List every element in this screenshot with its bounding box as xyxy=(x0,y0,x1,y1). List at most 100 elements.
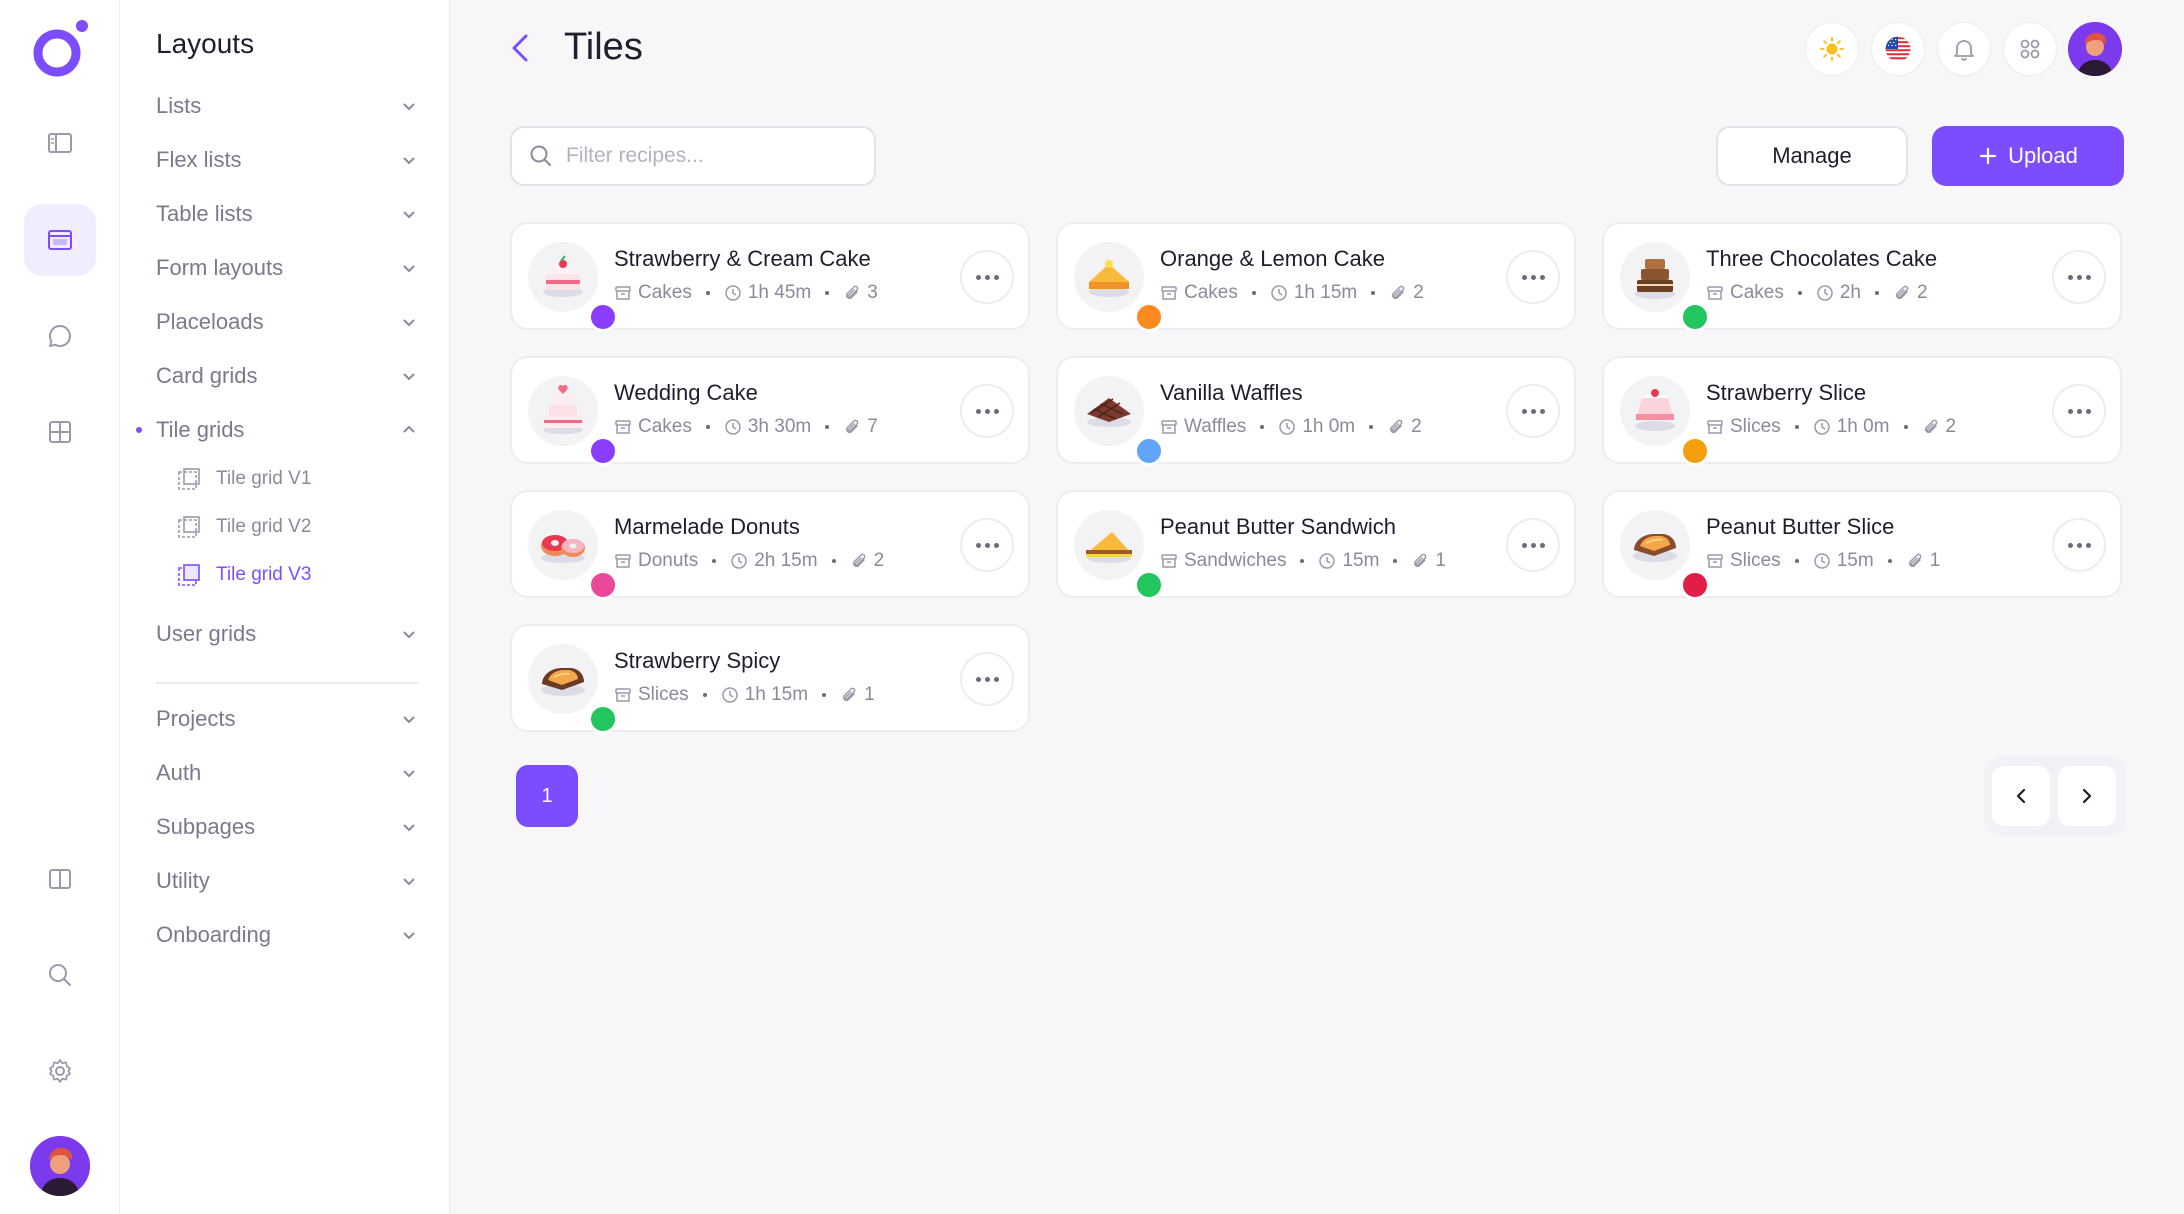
dot-icon xyxy=(984,274,990,280)
dot-icon xyxy=(975,408,981,414)
dot-icon xyxy=(1521,274,1527,280)
user-avatar[interactable] xyxy=(30,1136,90,1196)
recipe-category: Slices xyxy=(1730,550,1781,571)
notifications-button[interactable] xyxy=(1937,22,1991,76)
more-options-button[interactable] xyxy=(960,384,1014,438)
peanut-butter-sandwich-icon xyxy=(1086,532,1132,563)
recipe-name[interactable]: Peanut Butter Slice xyxy=(1706,514,1894,540)
recipe-tile[interactable]: Marmelade Donuts Donuts 2h 15m 2 xyxy=(510,490,1030,600)
menu-item-card-grids[interactable]: Card grids xyxy=(156,356,418,396)
dot-icon xyxy=(2076,274,2082,280)
menu-item-flex-lists[interactable]: Flex lists xyxy=(156,140,418,180)
recipe-attachments: 1 xyxy=(864,684,875,705)
more-options-button[interactable] xyxy=(960,518,1014,572)
dot-icon xyxy=(993,676,999,682)
recipe-tile[interactable]: Strawberry Spicy Slices 1h 15m 1 xyxy=(510,624,1030,734)
separator-dot xyxy=(825,291,830,295)
messages-nav-button[interactable] xyxy=(24,300,96,372)
recipe-name[interactable]: Three Chocolates Cake xyxy=(1706,246,1937,272)
strawberry-cream-cake-icon xyxy=(543,255,583,297)
recipe-name[interactable]: Wedding Cake xyxy=(614,380,758,406)
sidebar-toggle-button[interactable] xyxy=(24,107,96,179)
orange-lemon-cake-icon xyxy=(1089,260,1129,297)
submenu-item-tile-grid-v1[interactable]: Tile grid V1 xyxy=(176,461,311,497)
apps-button[interactable] xyxy=(2003,22,2057,76)
clock-icon xyxy=(725,419,741,435)
strawberry-slice-icon xyxy=(1635,389,1675,431)
recipe-tile[interactable]: Three Chocolates Cake Cakes 2h 2 xyxy=(1602,222,2122,332)
more-options-button[interactable] xyxy=(1506,518,1560,572)
menu-item-user-grids[interactable]: User grids xyxy=(156,614,418,654)
theme-toggle-button[interactable] xyxy=(1805,22,1859,76)
recipe-name[interactable]: Marmelade Donuts xyxy=(614,514,800,540)
recipe-name[interactable]: Vanilla Waffles xyxy=(1160,380,1303,406)
submenu-item-tile-grid-v3[interactable]: Tile grid V3 xyxy=(176,557,311,593)
search-icon xyxy=(530,145,551,166)
recipe-meta: Cakes 2h 2 xyxy=(1706,282,1928,304)
active-dot xyxy=(136,427,142,433)
menu-item-tile-grids[interactable]: Tile grids xyxy=(136,410,418,450)
search-input[interactable] xyxy=(566,144,856,168)
recipe-tile[interactable]: Peanut Butter Slice Slices 15m 1 xyxy=(1602,490,2122,600)
archive-icon xyxy=(615,420,631,434)
recipe-time: 2h xyxy=(1839,282,1861,303)
recipe-name[interactable]: Orange & Lemon Cake xyxy=(1160,246,1385,272)
more-options-button[interactable] xyxy=(960,652,1014,706)
more-options-button[interactable] xyxy=(2052,518,2106,572)
panels-nav-button[interactable] xyxy=(24,843,96,915)
recipe-attachments: 7 xyxy=(867,416,878,437)
recipe-tile[interactable]: Wedding Cake Cakes 3h 30m 7 xyxy=(510,356,1030,466)
recipe-name[interactable]: Peanut Butter Sandwich xyxy=(1160,514,1396,540)
more-options-button[interactable] xyxy=(2052,384,2106,438)
pagination-page-button[interactable]: 1 xyxy=(516,765,578,827)
author-avatar xyxy=(1134,436,1164,466)
next-page-button[interactable] xyxy=(2058,766,2116,826)
chevron-down-icon xyxy=(403,373,415,381)
menu-item-projects[interactable]: Projects xyxy=(156,699,418,739)
author-avatar xyxy=(588,704,618,734)
upload-button[interactable]: Upload xyxy=(1932,126,2124,186)
settings-nav-button[interactable] xyxy=(24,1035,96,1107)
recipe-tile[interactable]: Orange & Lemon Cake Cakes 1h 15m 2 xyxy=(1056,222,1576,332)
recipe-name[interactable]: Strawberry Slice xyxy=(1706,380,1866,406)
submenu-item-tile-grid-v2[interactable]: Tile grid V2 xyxy=(176,509,311,545)
app-logo[interactable] xyxy=(30,17,90,79)
back-button[interactable] xyxy=(500,26,540,70)
dot-icon xyxy=(1530,542,1536,548)
dot-icon xyxy=(993,274,999,280)
layouts-nav-button[interactable] xyxy=(24,204,96,276)
recipe-tile[interactable]: Strawberry & Cream Cake Cakes 1h 45m 3 xyxy=(510,222,1030,332)
menu-item-auth[interactable]: Auth xyxy=(156,753,418,793)
recipe-tile[interactable]: Vanilla Waffles Waffles 1h 0m 2 xyxy=(1056,356,1576,466)
recipe-tile[interactable]: Peanut Butter Sandwich Sandwiches 15m 1 xyxy=(1056,490,1576,600)
menu-item-form-layouts[interactable]: Form layouts xyxy=(156,248,418,288)
profile-avatar[interactable] xyxy=(2068,22,2122,76)
language-button[interactable] xyxy=(1871,22,1925,76)
manage-button[interactable]: Manage xyxy=(1716,126,1908,186)
chevron-down-icon xyxy=(403,631,415,639)
recipe-tile[interactable]: Strawberry Slice Slices 1h 0m 2 xyxy=(1602,356,2122,466)
menu-item-subpages[interactable]: Subpages xyxy=(156,807,418,847)
recipe-name[interactable]: Strawberry & Cream Cake xyxy=(614,246,871,272)
recipe-time: 1h 15m xyxy=(1293,282,1358,303)
menu-item-onboarding[interactable]: Onboarding xyxy=(156,915,418,955)
paperclip-icon xyxy=(1414,553,1427,568)
recipe-name[interactable]: Strawberry Spicy xyxy=(614,648,780,674)
menu-item-placeloads[interactable]: Placeloads xyxy=(156,302,418,342)
previous-page-button[interactable] xyxy=(1992,766,2050,826)
recipe-time: 1h 0m xyxy=(1836,416,1890,437)
recipe-meta: Sandwiches 15m 1 xyxy=(1160,550,1446,572)
menu-item-utility[interactable]: Utility xyxy=(156,861,418,901)
separator-dot xyxy=(705,425,710,429)
more-options-button[interactable] xyxy=(1506,384,1560,438)
menu-item-lists[interactable]: Lists xyxy=(156,86,418,126)
separator-dot xyxy=(1371,291,1376,295)
menu-item-table-lists[interactable]: Table lists xyxy=(156,194,418,234)
recipe-attachments: 2 xyxy=(873,550,885,571)
more-options-button[interactable] xyxy=(2052,250,2106,304)
search-nav-button[interactable] xyxy=(24,939,96,1011)
search-field[interactable] xyxy=(510,126,876,186)
more-options-button[interactable] xyxy=(1506,250,1560,304)
dashboards-nav-button[interactable] xyxy=(24,396,96,468)
more-options-button[interactable] xyxy=(960,250,1014,304)
